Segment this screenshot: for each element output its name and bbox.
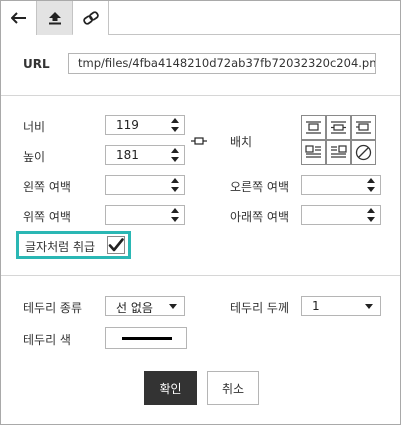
width-spinner[interactable]: 119 [105, 115, 185, 135]
url-field[interactable]: tmp/files/4fba4148210d72ab37fb72032320c2… [68, 53, 376, 74]
wrap-middle-icon [331, 121, 346, 134]
wrap-top-icon [306, 121, 321, 134]
inline-checkbox[interactable] [107, 236, 125, 254]
bottom-margin-spinner[interactable] [301, 205, 381, 225]
border-type-label: 테두리 종류 [23, 301, 83, 315]
cancel-button[interactable]: 취소 [207, 371, 259, 405]
border-width-label: 테두리 두께 [230, 301, 290, 315]
inline-checkbox-label: 글자처럼 취급 [25, 240, 96, 254]
wrap-right-icon [331, 145, 347, 158]
link-icon [82, 11, 99, 25]
align-top-left-button[interactable] [301, 115, 326, 140]
chevron-down-icon [365, 304, 373, 309]
border-color-swatch [122, 337, 172, 340]
spinner-arrows-icon[interactable] [171, 148, 179, 162]
top-margin-label: 위쪽 여백 [23, 210, 71, 224]
tab-link[interactable] [73, 1, 109, 35]
height-label: 높이 [23, 150, 46, 164]
border-width-value: 1 [312, 299, 320, 313]
upload-icon [48, 11, 61, 24]
inline-checkbox-row: 글자처럼 취급 [16, 231, 131, 259]
align-top-right-button[interactable] [351, 115, 376, 140]
right-margin-label: 오른쪽 여백 [230, 180, 290, 194]
lock-ratio-icon[interactable] [191, 135, 207, 149]
checkmark-icon [108, 238, 124, 252]
tab-back[interactable] [1, 1, 37, 35]
height-spinner[interactable]: 181 [105, 145, 185, 165]
align-button-grid [301, 115, 376, 165]
border-type-select[interactable]: 선 없음 [105, 296, 185, 316]
right-margin-spinner[interactable] [301, 175, 381, 195]
align-label: 배치 [230, 135, 253, 149]
wrap-bottom-icon [356, 121, 371, 134]
spinner-arrows-icon[interactable] [171, 178, 179, 192]
tab-bar [1, 1, 400, 35]
divider [1, 95, 400, 96]
border-color-label: 테두리 색 [23, 333, 71, 347]
align-right-button[interactable] [326, 140, 351, 165]
tab-upload[interactable] [37, 1, 73, 35]
image-properties-dialog: URL tmp/files/4fba4148210d72ab37fb720323… [0, 0, 401, 425]
left-margin-spinner[interactable] [105, 175, 185, 195]
top-margin-spinner[interactable] [105, 205, 185, 225]
spinner-arrows-icon[interactable] [171, 208, 179, 222]
chevron-down-icon [169, 304, 177, 309]
left-margin-label: 왼쪽 여백 [23, 180, 71, 194]
align-none-button[interactable] [351, 140, 376, 165]
bottom-margin-label: 아래쪽 여백 [230, 210, 290, 224]
border-width-select[interactable]: 1 [301, 296, 381, 316]
spinner-arrows-icon[interactable] [171, 118, 179, 132]
border-type-value: 선 없음 [116, 301, 153, 315]
no-align-icon [355, 144, 372, 161]
spinner-arrows-icon[interactable] [367, 178, 375, 192]
ok-button[interactable]: 확인 [144, 371, 197, 405]
align-top-center-button[interactable] [326, 115, 351, 140]
height-value: 181 [116, 148, 139, 162]
width-label: 너비 [23, 120, 46, 134]
wrap-left-icon [305, 145, 321, 158]
spinner-arrows-icon[interactable] [367, 208, 375, 222]
width-value: 119 [116, 118, 139, 132]
align-left-button[interactable] [301, 140, 326, 165]
divider [1, 275, 400, 276]
arrow-left-icon [10, 12, 26, 24]
border-color-picker[interactable] [105, 327, 187, 349]
url-label: URL [23, 57, 50, 71]
